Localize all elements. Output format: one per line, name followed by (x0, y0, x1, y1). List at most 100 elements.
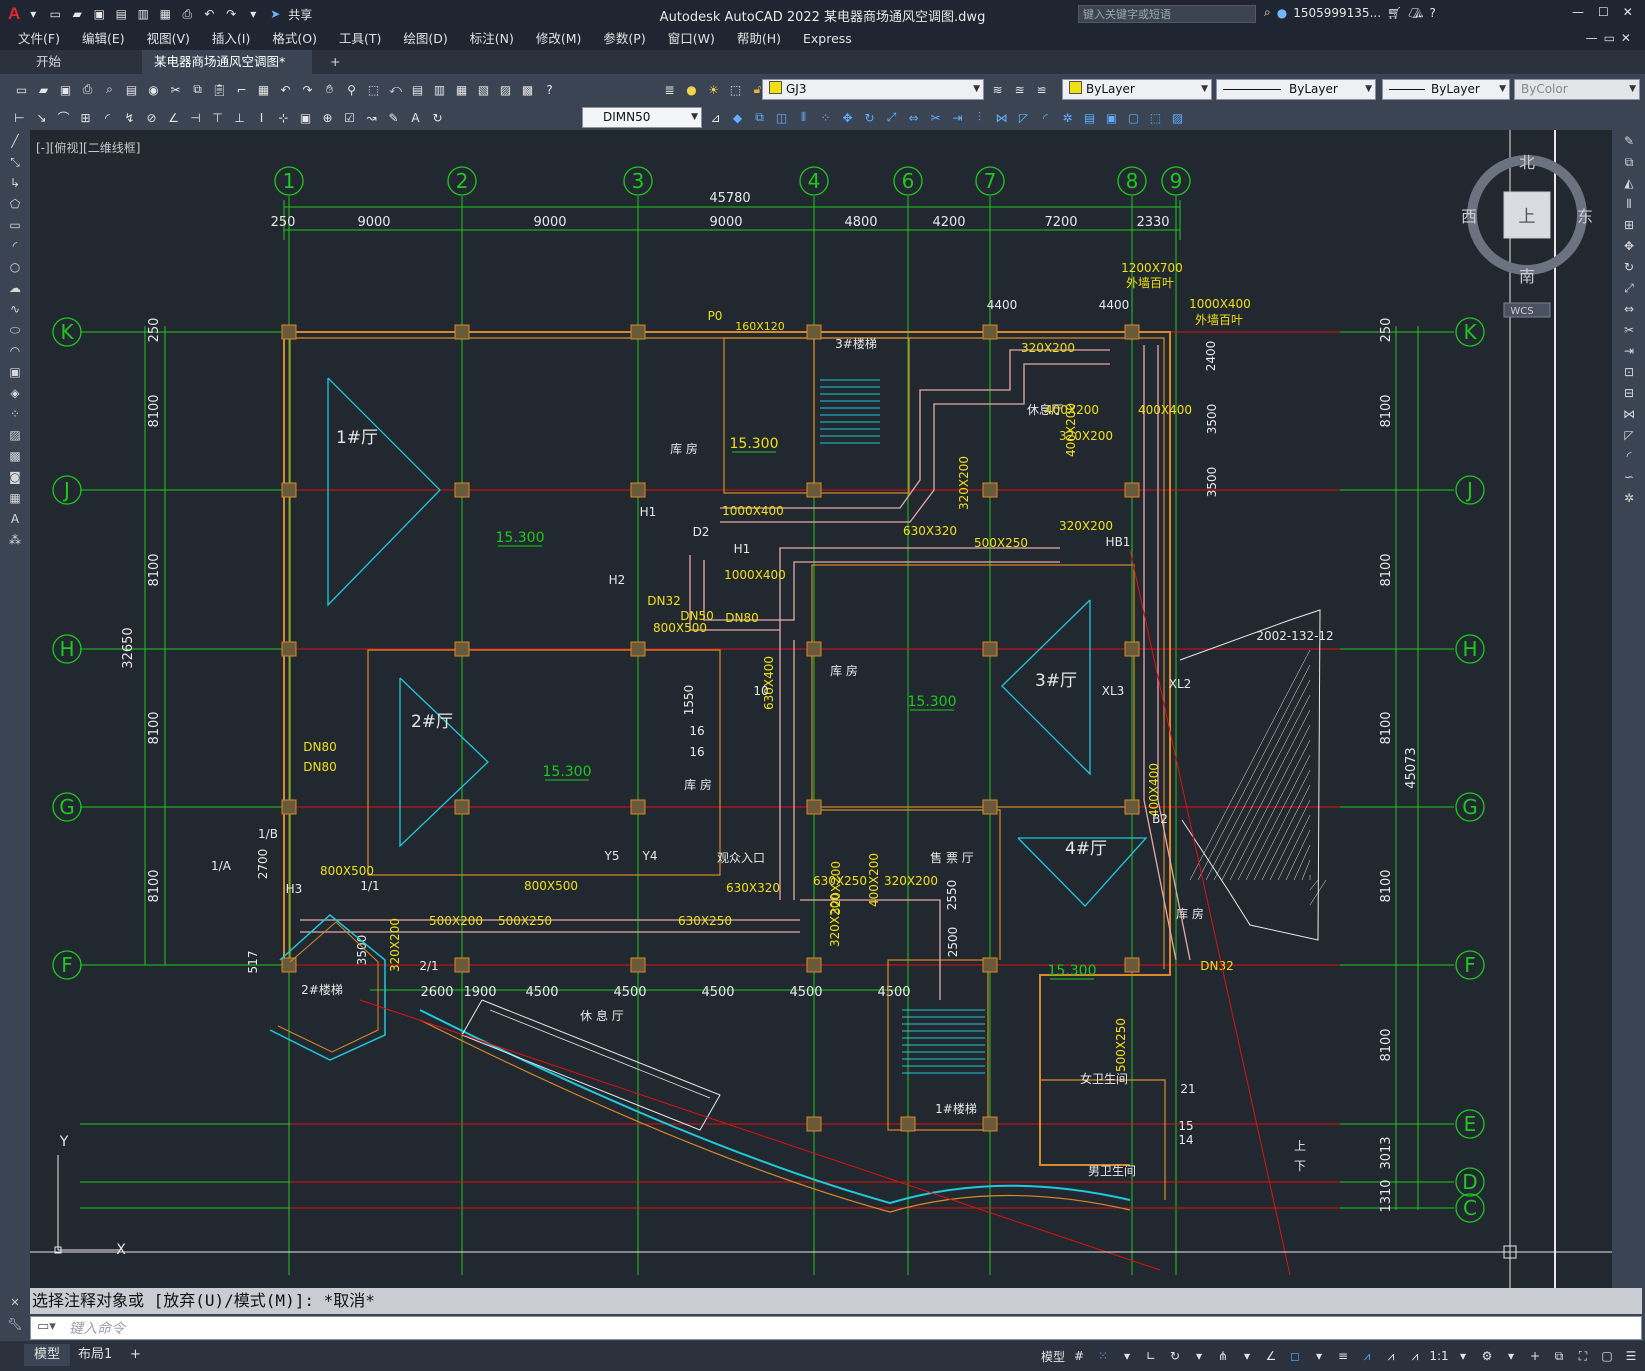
break-icon[interactable]: ⫶ (970, 108, 989, 127)
erase-icon[interactable]: ◆ (728, 108, 747, 127)
dim-aligned-icon[interactable]: ↘ (32, 108, 51, 127)
dim-edit-icon[interactable]: ✎ (384, 108, 403, 127)
insert-block-icon[interactable]: ▣ (4, 362, 26, 382)
make-block-icon[interactable]: ◈ (4, 383, 26, 403)
menu-dimension[interactable]: 标注(N) (459, 28, 525, 50)
dim-radius-icon[interactable]: ◜ (98, 108, 117, 127)
erase-icon[interactable]: ✎ (1618, 131, 1640, 151)
designcenter-icon[interactable]: ▥ (430, 80, 449, 99)
osnap-icon[interactable]: ◻ (1285, 1345, 1305, 1367)
close-button[interactable]: ✕ (1623, 5, 1633, 19)
stretch-icon[interactable]: ⇔ (904, 108, 923, 127)
zoom-previous-icon[interactable]: ⤺ (386, 80, 405, 99)
maximize-button[interactable]: ☐ (1598, 5, 1609, 19)
annotation-scale-icon[interactable]: ⩘ (1405, 1345, 1425, 1367)
menu-modify[interactable]: 修改(M) (525, 28, 593, 50)
customize-qa-icon[interactable]: ▾ (244, 5, 262, 23)
quickcalc-icon[interactable]: ▩ (518, 80, 537, 99)
group-icon[interactable]: ▣ (1102, 108, 1121, 127)
save-icon[interactable]: ▣ (90, 5, 108, 23)
array-icon[interactable]: ⁘ (816, 108, 835, 127)
help-icon[interactable]: ? (1429, 6, 1435, 20)
rectangle-icon[interactable]: ▭ (4, 215, 26, 235)
dim-ordinate-icon[interactable]: ⊞ (76, 108, 95, 127)
offset-icon[interactable]: ⫴ (794, 108, 813, 127)
table-icon[interactable]: ▦ (4, 488, 26, 508)
3d-print-icon[interactable]: ◉ (144, 80, 163, 99)
scale-icon[interactable]: ⤢ (882, 108, 901, 127)
layer-previous-icon[interactable]: ≊ (1010, 80, 1029, 99)
command-input[interactable] (67, 1319, 1571, 1339)
chevron-down-icon[interactable]: ▾ (1501, 1345, 1521, 1367)
tab-start[interactable]: 开始 (24, 50, 142, 74)
stretch-icon[interactable]: ⇔ (1618, 299, 1640, 319)
app-menu-chevron-icon[interactable]: ▾ (24, 5, 42, 23)
snap-icon[interactable]: ⁙ (1093, 1345, 1113, 1367)
zoom-window-icon[interactable]: ⬚ (364, 80, 383, 99)
ellipse-icon[interactable]: ⬭ (4, 320, 26, 340)
trim-icon[interactable]: ✂ (1618, 320, 1640, 340)
otrack-icon[interactable]: ∠ (1261, 1345, 1281, 1367)
layer-states-icon[interactable]: ≌ (1032, 80, 1051, 99)
mirror-icon[interactable]: ◫ (772, 108, 791, 127)
menu-help[interactable]: 帮助(H) (726, 28, 792, 50)
layer-properties-icon[interactable]: ≣ (660, 80, 679, 99)
fillet-icon[interactable]: ◜ (1036, 108, 1055, 127)
command-line[interactable]: ▭▾ (30, 1316, 1642, 1340)
copy-icon[interactable]: ⧉ (188, 80, 207, 99)
isolate-icon[interactable]: ⧉ (1549, 1345, 1569, 1367)
minimize-button[interactable]: — (1572, 5, 1584, 19)
new-tab-button[interactable]: + (318, 50, 348, 74)
draworder-icon[interactable]: ▤ (1080, 108, 1099, 127)
polygon-icon[interactable]: ⬠ (4, 194, 26, 214)
qnew-icon[interactable]: ▭ (12, 80, 31, 99)
ungroup-icon[interactable]: ▢ (1124, 108, 1143, 127)
command-line-handle[interactable]: ✕ 🔧︎ (0, 1288, 30, 1341)
lineweight-icon[interactable]: ≡ (1333, 1345, 1353, 1367)
dim-jogged-icon[interactable]: ↯ (120, 108, 139, 127)
user-icon[interactable]: ● (1277, 6, 1287, 20)
layer-viewport-icon[interactable]: ⬚ (726, 80, 745, 99)
polar-icon[interactable]: ↻ (1165, 1345, 1185, 1367)
properties-icon[interactable]: ▤ (408, 80, 427, 99)
dim-space-icon[interactable]: Ⅰ (252, 108, 271, 127)
doc-window-controls[interactable]: —▭✕ (1586, 31, 1637, 45)
mirror-icon[interactable]: ◭ (1618, 173, 1640, 193)
menu-tools[interactable]: 工具(T) (328, 28, 392, 50)
chevron-down-icon[interactable]: ▾ (1237, 1345, 1257, 1367)
auto-scale-icon[interactable]: ⩘ (1381, 1345, 1401, 1367)
isodraft-icon[interactable]: ⋔ (1213, 1345, 1233, 1367)
move-icon[interactable]: ✥ (838, 108, 857, 127)
dim-baseline-icon[interactable]: ⊤ (208, 108, 227, 127)
sheetset-icon[interactable]: ▧ (474, 80, 493, 99)
hardware-accel-icon[interactable]: ⛶ (1573, 1345, 1593, 1367)
search-icon[interactable]: ⌕ (1264, 5, 1271, 20)
viewport-controls[interactable]: [-][俯视][二维线框] (36, 139, 140, 156)
add-selected-icon[interactable]: ⁂ (4, 530, 26, 550)
plot-icon[interactable]: ⎙ (178, 5, 196, 23)
dim-linear-icon[interactable]: ⊢ (10, 108, 29, 127)
share-label[interactable]: 共享 (288, 6, 312, 23)
join-icon[interactable]: ⋈ (992, 108, 1011, 127)
wrench-icon[interactable]: 🔧︎ (0, 1317, 30, 1331)
mtext-icon[interactable]: A (4, 509, 26, 529)
menu-file[interactable]: 文件(F) (0, 28, 71, 50)
rotate-icon[interactable]: ↻ (860, 108, 879, 127)
center-mark-icon[interactable]: ⊕ (318, 108, 337, 127)
jogged-linear-icon[interactable]: ↝ (362, 108, 381, 127)
menu-edit[interactable]: 编辑(E) (71, 28, 136, 50)
gear-icon[interactable]: ⚙ (1477, 1345, 1497, 1367)
search-input[interactable]: 键入关键字或短语 (1078, 5, 1256, 23)
command-prompt-icon[interactable]: ▭▾ (37, 1319, 56, 1334)
blend-icon[interactable]: ∽ (1618, 467, 1640, 487)
dim-break-icon[interactable]: ⊹ (274, 108, 293, 127)
explode-icon[interactable]: ✲ (1618, 488, 1640, 508)
a360-icon[interactable]: ⛺︎ (1408, 6, 1423, 20)
plus-icon[interactable]: + (1525, 1345, 1545, 1367)
hatch-edit-icon[interactable]: ▨ (1168, 108, 1187, 127)
new-file-icon[interactable]: ▭ (46, 5, 64, 23)
line-icon[interactable]: ╱ (4, 131, 26, 151)
inspect-icon[interactable]: ☑ (340, 108, 359, 127)
grid-icon[interactable]: # (1069, 1345, 1089, 1367)
annotation-visibility-icon[interactable]: ⩘ (1357, 1345, 1377, 1367)
